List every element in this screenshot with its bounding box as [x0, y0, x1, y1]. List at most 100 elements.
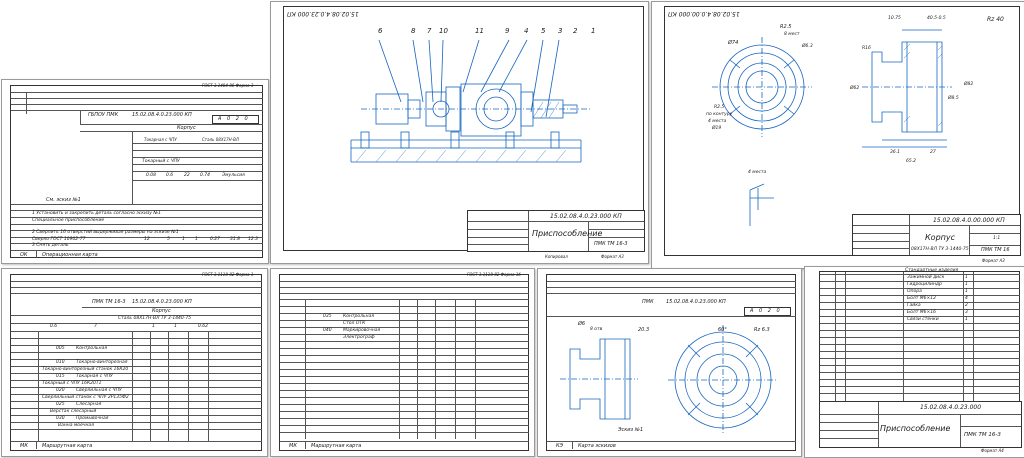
dim-1: Ø74: [728, 40, 739, 46]
dim-4: Ø6.3: [802, 44, 813, 49]
dim-3: 8 мест: [784, 32, 800, 37]
op-010-code: 010: [56, 360, 65, 365]
part-section-view: [862, 29, 952, 148]
step-1: 1 Установить и закрепить деталь согласно…: [32, 211, 161, 216]
op-025-machine: Верстак слесарный: [50, 409, 97, 414]
code-3: 1: [152, 324, 155, 329]
op-025-code: 025: [56, 402, 65, 407]
dim-2: R2.5: [780, 24, 792, 30]
fixture-drawing: [350, 39, 591, 163]
dim-15: Ø62: [850, 86, 860, 91]
roughness-mark: Rz 40: [987, 16, 1004, 23]
format-note: Формат А3: [982, 258, 1005, 263]
spec-item-7-qty: 1: [965, 317, 968, 322]
sheet-specification[interactable]: Стандартные изделия Зажимной диск 1 Гидр…: [804, 266, 1024, 458]
spec-item-5-name: Гайка: [907, 303, 921, 308]
step-value-5: 0.27: [210, 237, 221, 242]
gost-header: ГОСТ 3.1118-82 Форма 1: [202, 272, 254, 277]
detail-view: [749, 183, 774, 226]
title-block: 15.02.08.4.0.23.000 Приспособление ПМК Т…: [819, 401, 1022, 448]
org-name: ПМК: [642, 299, 654, 305]
step-value-6: 31.8: [230, 237, 241, 242]
sheet-route-card-cont[interactable]: ГОСТ 3.1118-82 Форма 1б 035 Контрольная …: [270, 268, 535, 457]
title-block: 15.02.08.4.0.23.000 КП Приспособление ПМ…: [467, 210, 645, 252]
op-015-code: 015: [56, 374, 65, 379]
drawing-title: Корпус: [925, 233, 956, 242]
op-020-machine: Сверлильный станок с ЧПУ 2Р135Ф2: [42, 395, 129, 400]
callout-2: 2: [573, 27, 578, 35]
spec-item-3-qty: 1: [965, 289, 968, 294]
spec-item-2-name: Гидроцилиндр: [907, 282, 942, 287]
op-number: А 0 2 0: [218, 116, 250, 122]
spec-item-1-qty: 1: [965, 275, 968, 280]
footer-title: Маршрутная карта: [311, 443, 362, 449]
op-040-name: Маркировочная: [343, 328, 381, 333]
material: Сталь 08Х17Н-ВЛ: [202, 137, 239, 142]
dim-11: 40.5-0.5: [927, 16, 946, 21]
code-2: 7: [94, 324, 97, 329]
spec-item-3-name: Опора: [907, 289, 922, 294]
dim-9: 4 места: [748, 170, 767, 175]
org-name: ПМК ТМ 16-3: [964, 432, 1001, 438]
dim-angle: 60°: [718, 327, 727, 333]
step-1-tool: Специальное приспособление: [32, 218, 105, 223]
dim-16: 36.1: [890, 150, 901, 155]
sketch-front-view: [668, 325, 778, 435]
doc-code: 15.02.08.4.0.23.000 КП: [132, 299, 192, 305]
op-025-name: Слесарная: [76, 402, 102, 407]
sketch-ref: См. эскиз №1: [46, 197, 81, 203]
sheet-operational-card[interactable]: ГОСТ 3.1404-86 Форма 3 ГБПОУ ПМК 15.02.0…: [1, 79, 269, 264]
dim-dia: Ø6: [578, 321, 586, 327]
material: Сталь 08Х17Н-ВЛ ТУ 3-1440-75: [118, 316, 192, 321]
rotated-stamp-code: 15.02.08.4.0.00.000 КП: [668, 10, 740, 17]
sheet-part-drawing[interactable]: 15.02.08.4.0.00.000 КП Rz 40 Ø74 R2.5 8 …: [651, 1, 1024, 269]
footer-code: МК: [20, 443, 28, 449]
footer-title: Маршрутная карта: [42, 443, 93, 449]
op-005-name: Контрольная: [76, 346, 108, 351]
rotated-stamp-code: 15.02.08.4.0.23.000 КП: [287, 10, 359, 17]
callout-5: 5: [541, 27, 546, 35]
value-2: 0.6: [166, 173, 174, 178]
op-030-code: 030: [56, 416, 65, 421]
spec-item-4-qty: 4: [965, 296, 968, 301]
op-040-code: 040: [323, 328, 332, 333]
op-030-machine: Ванна моечная: [58, 423, 94, 428]
callout-7: 7: [427, 27, 432, 35]
copied-note: Копировал: [545, 254, 568, 259]
spec-item-1-name: Зажимной диск: [907, 275, 945, 280]
sketch-section-view: [560, 338, 638, 420]
dim-5: R2.5: [714, 105, 725, 110]
sheet-assembly-drawing[interactable]: 15.02.08.4.0.23.000 КП 6 8 7 10 11 9 4 5…: [270, 1, 649, 264]
doc-code: 15.02.08.4.0.23.000 КП: [666, 299, 726, 305]
callout-11: 11: [475, 27, 484, 35]
op-010-name: Токарно-винторезная: [76, 360, 128, 365]
drawing-title: Приспособление: [532, 229, 603, 238]
value-3: 22: [184, 173, 190, 178]
callout-8: 8: [411, 27, 416, 35]
footer-title: Операционная карта: [42, 252, 98, 258]
sketch-label: Эскиз №1: [618, 427, 644, 433]
org-name: ПМК ТМ 16: [981, 247, 1010, 253]
step-value-4: 1: [195, 237, 198, 242]
dim-10: 10.75: [888, 16, 901, 21]
spec-item-4-name: Болт М6×12: [907, 296, 937, 301]
spec-item-2-qty: 1: [965, 282, 968, 287]
footer-code: ОК: [20, 252, 28, 258]
op-015-name: Токарная с ЧПУ: [76, 374, 113, 379]
gost-header: ГОСТ 3.1118-82 Форма 1б: [467, 272, 521, 277]
value-4: 0.74: [200, 173, 211, 178]
gost-header: ГОСТ 3.1404-86 Форма 3: [202, 83, 254, 88]
sheet-route-card[interactable]: ГОСТ 3.1118-82 Форма 1 ПМК ТМ 16-3 15.02…: [1, 268, 268, 457]
part-name: Корпус: [152, 308, 171, 314]
op-number: А 0 2 0: [750, 308, 782, 314]
org-name: ПМК ТМ 16-3: [594, 241, 628, 247]
footer-code: МК: [289, 443, 297, 449]
code-4: 1: [174, 324, 177, 329]
callout-3: 3: [558, 27, 563, 35]
step-value-7: 12.3: [248, 237, 259, 242]
doc-code: 15.02.08.4.0.23.000: [920, 404, 982, 411]
sheet-sketch-card[interactable]: ПМК 15.02.08.4.0.23.000 КП А 0 2 0 Ø6 8 …: [537, 268, 802, 457]
spec-item-6-qty: 3: [965, 310, 968, 315]
op-020-code: 020: [56, 388, 65, 393]
callout-4: 4: [524, 27, 529, 35]
